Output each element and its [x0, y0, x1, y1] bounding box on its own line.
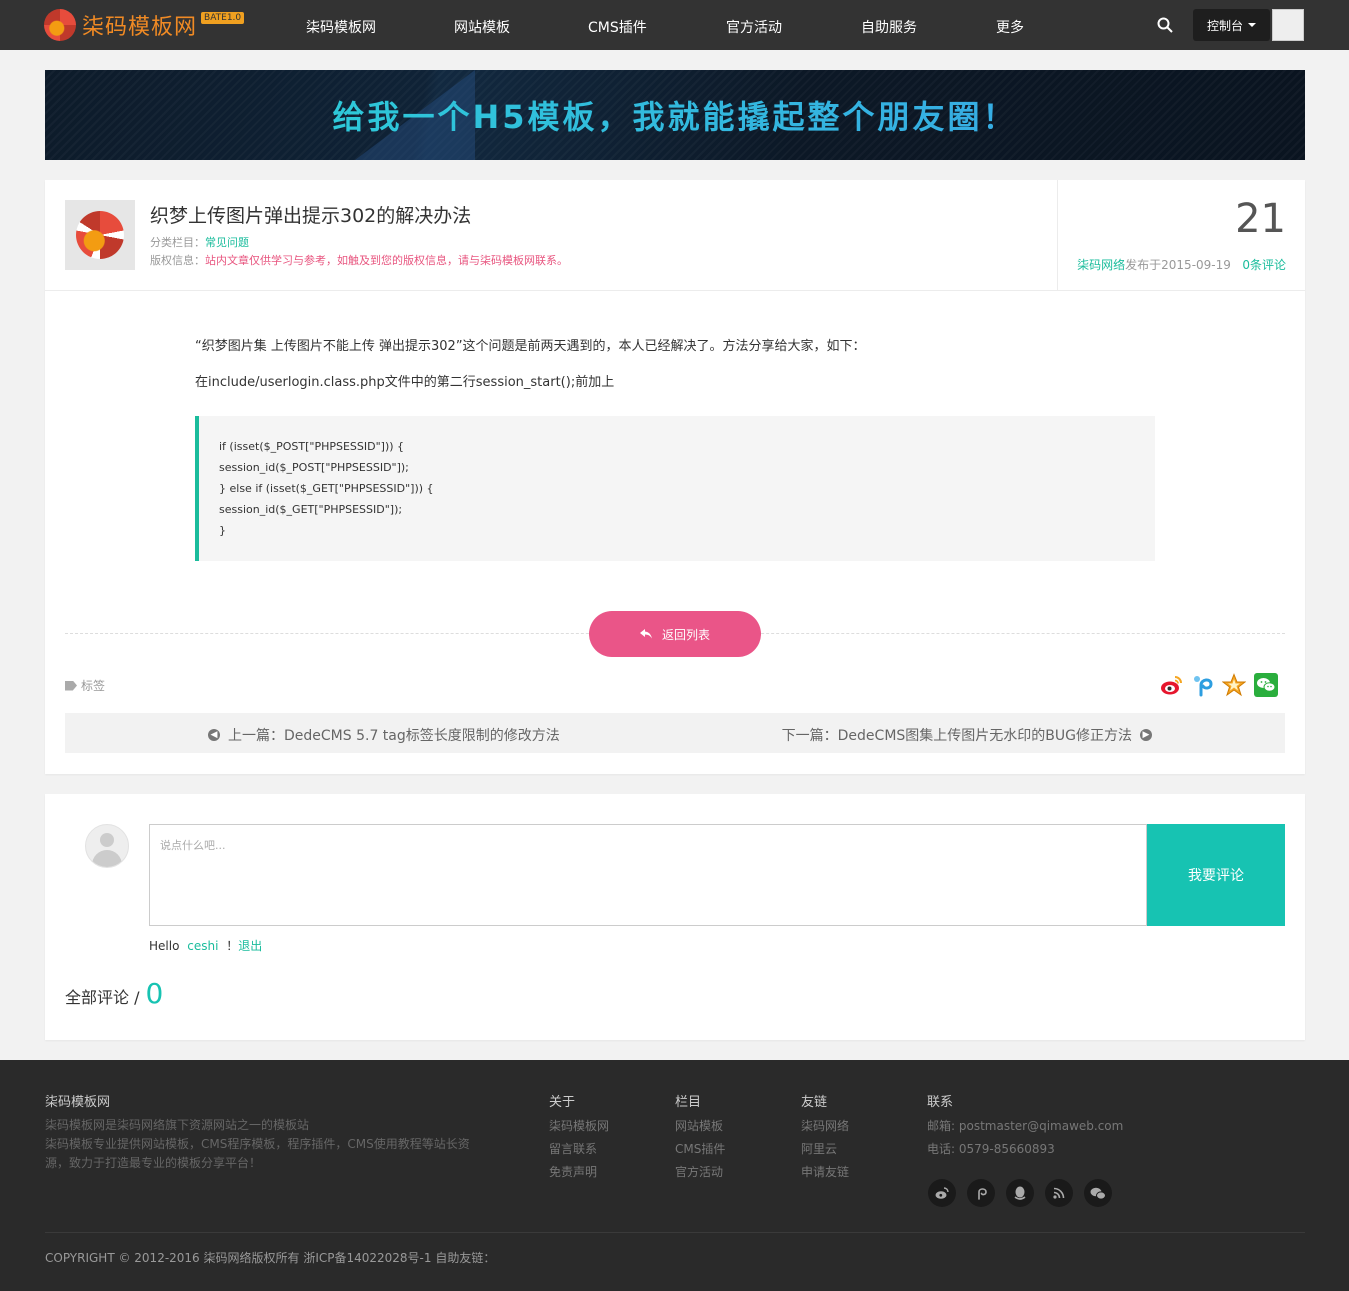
site-logo[interactable]: 柒码模板网 BATE1.0 — [44, 9, 245, 41]
footer-link[interactable]: 阿里云 — [801, 1140, 837, 1157]
footer-link[interactable]: 留言联系 — [549, 1140, 597, 1157]
comment-count: 0 — [145, 977, 164, 1010]
article-category: 分类栏目：常见问题 — [150, 234, 249, 250]
footer-email: 邮箱: postmaster@qimaweb.com — [927, 1119, 1124, 1133]
code-block: if (isset($_POST["PHPSESSID"])) { sessio… — [195, 416, 1155, 561]
logo-text: 柒码模板网 — [82, 15, 198, 40]
publish-date: 发布于2015-09-19 — [1125, 258, 1231, 272]
article-card: 织梦上传图片弹出提示302的解决办法 分类栏目：常见问题 版权信息：站内文章仅供… — [45, 180, 1305, 774]
hello-separator: ！ — [226, 939, 239, 953]
article-copyright: 版权信息：站内文章仅供学习与参考，如触及到您的版权信息，请与柒码模板网联系。 — [150, 252, 568, 268]
footer-column-title: 栏目 — [675, 1095, 702, 1110]
next-article-link[interactable]: 下一篇：DedeCMS图集上传图片无水印的BUG修正方法 ▶ — [782, 725, 1160, 745]
code-line: session_id($_POST["PHPSESSID"]); — [219, 461, 409, 474]
footer-phone: 电话: 0579-85660893 — [927, 1142, 1055, 1156]
nav-item-cms-plugins[interactable]: CMS插件 — [588, 17, 647, 37]
footer-qq-icon[interactable] — [1006, 1179, 1034, 1207]
footer-site-desc: 柒码模板专业提供网站模板，CMS程序模板，程序插件，CMS使用教程等站长资 — [45, 1137, 470, 1151]
all-comments-heading: 全部评论 / 0 — [65, 977, 163, 1010]
copyright-text: 站内文章仅供学习与参考，如触及到您的版权信息，请与柒码模板网联系。 — [205, 254, 568, 267]
share-wechat-icon[interactable] — [1254, 673, 1278, 697]
footer-about-title: 关于 — [549, 1095, 576, 1110]
footer-tencent-icon[interactable] — [967, 1179, 995, 1207]
site-footer: 柒码模板网 柒码模板网是柒码网络旗下资源网站之一的模板站 柒码模板专业提供网站模… — [0, 1060, 1349, 1291]
share-weibo-icon[interactable] — [1160, 673, 1184, 697]
back-label: 返回列表 — [661, 627, 710, 642]
comment-input[interactable]: 说点什么吧... — [149, 824, 1147, 926]
top-navbar: 柒码模板网 BATE1.0 柒码模板网 网站模板 CMS插件 官方活动 自助服务… — [0, 0, 1349, 50]
footer-site-title: 柒码模板网 — [45, 1095, 111, 1110]
footer-copyright: COPYRIGHT © 2012-2016 柒码网络版权所有 浙ICP备1402… — [45, 1251, 496, 1265]
back-to-list-button[interactable]: 返回列表 — [589, 611, 761, 657]
article-thumbnail — [65, 200, 135, 270]
hello-prefix: Hello — [149, 939, 180, 953]
author-link[interactable]: 柒码网络 — [1077, 258, 1125, 272]
prev-article-title: 上一篇：DedeCMS 5.7 tag标签长度限制的修改方法 — [228, 728, 560, 744]
publish-day: 21 — [1235, 196, 1286, 242]
category-link[interactable]: 常见问题 — [205, 236, 249, 249]
banner-text: 给我一个H5模板，我就能撬起整个朋友圈！ — [45, 92, 1305, 138]
article-title: 织梦上传图片弹出提示302的解决办法 — [150, 205, 472, 227]
footer-rss-icon[interactable] — [1045, 1179, 1073, 1207]
footer-site-desc: 源，致力于打造最专业的模板分享平台！ — [45, 1156, 262, 1170]
console-label: 控制台 — [1206, 18, 1243, 33]
code-line: session_id($_GET["PHPSESSID"]); — [219, 503, 403, 516]
article-header: 织梦上传图片弹出提示302的解决办法 分类栏目：常见问题 版权信息：站内文章仅供… — [45, 180, 1305, 291]
comment-card: 说点什么吧... 我要评论 Hello ceshi ！退出 全部评论 / 0 — [45, 794, 1305, 1040]
nav-item-events[interactable]: 官方活动 — [726, 17, 782, 37]
footer-link[interactable]: 官方活动 — [675, 1163, 723, 1180]
reply-icon — [639, 629, 652, 639]
code-line: if (isset($_POST["PHPSESSID"])) { — [219, 440, 405, 453]
footer-link[interactable]: 柒码网络 — [801, 1117, 849, 1134]
footer-link[interactable]: CMS插件 — [675, 1140, 725, 1157]
logo-mark-icon — [44, 9, 76, 41]
hello-line: Hello ceshi ！退出 — [149, 937, 262, 954]
prev-article-link[interactable]: ◀ 上一篇：DedeCMS 5.7 tag标签长度限制的修改方法 — [200, 725, 560, 745]
share-tencent-icon[interactable] — [1191, 673, 1215, 697]
nav-item-more[interactable]: 更多 — [996, 17, 1024, 37]
logo-badge: BATE1.0 — [201, 12, 245, 24]
submit-comment-button[interactable]: 我要评论 — [1147, 824, 1285, 926]
nav-item-templates[interactable]: 网站模板 — [454, 17, 510, 37]
logout-link[interactable]: 退出 — [238, 939, 262, 953]
arrow-left-circle-icon: ◀ — [208, 729, 220, 741]
guest-avatar-icon — [85, 824, 129, 868]
comments-count-link[interactable]: 0条评论 — [1242, 258, 1286, 272]
username-link[interactable]: ceshi — [187, 939, 218, 953]
footer-divider — [45, 1232, 1305, 1233]
footer-link[interactable]: 网站模板 — [675, 1117, 723, 1134]
code-line: } — [219, 524, 226, 537]
article-date-box: 21 柒码网络发布于2015-09-19 0条评论 — [1057, 180, 1306, 290]
nav-item-self-service[interactable]: 自助服务 — [861, 17, 917, 37]
promo-banner[interactable]: 给我一个H5模板，我就能撬起整个朋友圈！ — [45, 70, 1305, 160]
tag-icon — [65, 680, 77, 691]
footer-site-desc: 柒码模板网是柒码网络旗下资源网站之一的模板站 — [45, 1118, 310, 1132]
article-pager: ◀ 上一篇：DedeCMS 5.7 tag标签长度限制的修改方法 下一篇：Ded… — [65, 713, 1285, 753]
footer-wechat-icon[interactable] — [1084, 1179, 1112, 1207]
share-favorite-icon[interactable] — [1222, 673, 1246, 697]
article-paragraph: “织梦图片集 上传图片不能上传 弹出提示302”这个问题是前两天遇到的，本人已经… — [195, 339, 866, 354]
arrow-right-circle-icon: ▶ — [1140, 729, 1152, 741]
code-line: } else if (isset($_GET["PHPSESSID"])) { — [219, 482, 434, 495]
logo-mark-icon — [76, 211, 124, 259]
footer-link[interactable]: 申请友链 — [801, 1163, 849, 1180]
copyright-label: 版权信息： — [150, 254, 205, 267]
user-avatar[interactable] — [1272, 9, 1304, 41]
tags-label: 标签 — [81, 679, 106, 693]
next-article-title: 下一篇：DedeCMS图集上传图片无水印的BUG修正方法 — [781, 728, 1132, 744]
footer-contact-title: 联系 — [927, 1095, 954, 1110]
footer-friends-title: 友链 — [801, 1095, 828, 1110]
article-paragraph: 在include/userlogin.class.php文件中的第二行sessi… — [195, 375, 615, 390]
category-label: 分类栏目： — [150, 236, 205, 249]
footer-weibo-icon[interactable] — [928, 1179, 956, 1207]
chevron-down-icon — [1248, 23, 1256, 27]
footer-link[interactable]: 免责声明 — [549, 1163, 597, 1180]
footer-link[interactable]: 柒码模板网 — [549, 1117, 609, 1134]
all-comments-label: 全部评论 / — [65, 988, 140, 1007]
nav-item-home[interactable]: 柒码模板网 — [306, 17, 376, 37]
publish-info: 柒码网络发布于2015-09-19 0条评论 — [1077, 256, 1286, 273]
console-dropdown-button[interactable]: 控制台 — [1193, 9, 1270, 41]
tags-row: 标签 — [65, 677, 105, 694]
search-icon[interactable] — [1157, 17, 1173, 33]
